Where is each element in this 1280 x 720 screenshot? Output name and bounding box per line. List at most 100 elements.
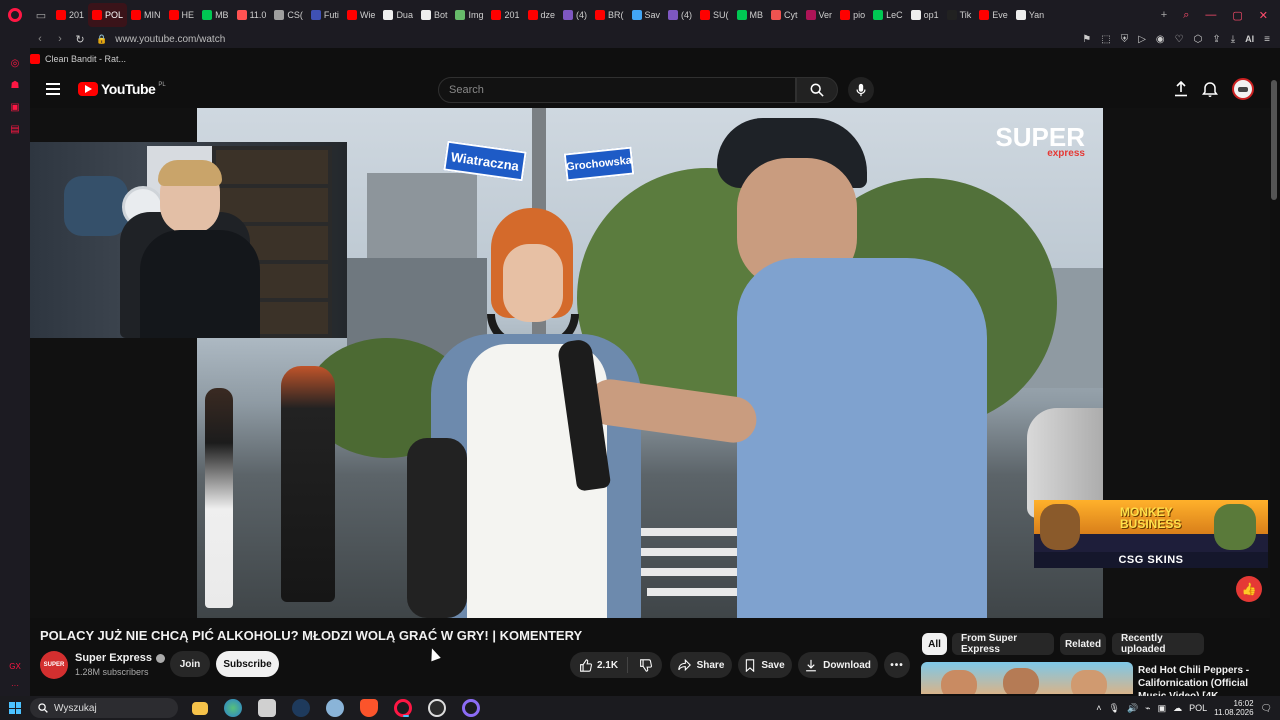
bookmark-item[interactable]: Clean Bandit - Rat... [45, 54, 126, 64]
channel-name-text[interactable]: Super Express [75, 652, 152, 664]
workspaces-icon[interactable]: ▭ [30, 0, 52, 30]
browser-tab[interactable]: Tik [943, 3, 976, 27]
sponsor-overlay-banner[interactable]: MONKEY BUSINESS CSG SKINS [1034, 500, 1268, 568]
downloads-icon[interactable]: ⤓ [1231, 34, 1235, 45]
brave-shield-icon[interactable] [360, 699, 378, 717]
notifications-bell-icon[interactable] [1202, 81, 1218, 97]
browser-tab[interactable]: Eve [975, 3, 1012, 27]
browser-tab[interactable]: POL [88, 3, 128, 27]
opera-gx-logo-icon[interactable] [0, 0, 30, 30]
filter-chip[interactable]: Recently uploaded [1112, 633, 1204, 655]
url-field[interactable]: www.youtube.com/watch [115, 34, 225, 45]
browser-tab[interactable]: 201 [52, 3, 88, 27]
share-page-icon[interactable]: ⇪ [1212, 34, 1220, 45]
close-icon[interactable]: ✕ [1259, 9, 1268, 22]
recommendation-thumbnail[interactable] [921, 662, 1133, 694]
browser-tab[interactable]: Img [451, 3, 487, 27]
taskbar-search[interactable]: Wyszukaj [30, 698, 178, 718]
download-button[interactable]: Download [798, 652, 878, 678]
new-tab-icon[interactable]: + [1161, 9, 1167, 21]
browser-tab[interactable]: LeC [869, 3, 907, 27]
like-button[interactable]: 2.1K [570, 652, 627, 678]
camera-icon[interactable]: ◉ [1156, 34, 1165, 45]
overlay-thumbs-up-icon[interactable]: 👍 [1236, 576, 1262, 602]
minimize-icon[interactable]: — [1205, 9, 1216, 21]
bookmark-icon[interactable]: ⚑ [1082, 34, 1091, 45]
clock[interactable]: 16:02 11.08.2026 [1214, 699, 1253, 717]
browser-tab[interactable]: MIN [127, 3, 165, 27]
browser-tab[interactable]: Sav [628, 3, 665, 27]
gx-control-icon[interactable]: ◎ [8, 56, 22, 70]
network-icon[interactable]: ⌁ [1145, 703, 1150, 714]
steam-icon[interactable] [292, 699, 310, 717]
filter-chip[interactable]: From Super Express [952, 633, 1054, 655]
app-ring-icon[interactable] [462, 699, 480, 717]
browser-tab[interactable]: HE [165, 3, 199, 27]
upload-icon[interactable] [1174, 81, 1188, 97]
filter-chip[interactable]: All [922, 633, 947, 655]
dislike-button[interactable] [628, 652, 662, 678]
shield-icon[interactable]: ⛨ [1121, 34, 1129, 45]
voice-search-button[interactable] [848, 77, 874, 103]
notification-center-icon[interactable]: 🗨 [1261, 703, 1272, 714]
subscribe-button[interactable]: Subscribe [216, 651, 279, 677]
browser-tab[interactable]: Dua [379, 3, 417, 27]
extensions-icon[interactable]: ⬡ [1194, 34, 1203, 45]
browser-tab[interactable]: MB [733, 3, 768, 27]
gx-settings-icon[interactable]: GX [9, 662, 21, 671]
file-explorer-icon[interactable] [192, 701, 208, 715]
ai-button[interactable]: AI [1245, 34, 1254, 44]
reload-icon[interactable]: ↻ [70, 33, 90, 46]
join-button[interactable]: Join [170, 651, 210, 677]
youtube-logo[interactable]: YouTube PL [78, 81, 166, 97]
browser-globe-icon[interactable] [224, 699, 242, 717]
more-actions-button[interactable]: ••• [884, 652, 910, 678]
menu-icon[interactable]: ≡ [1264, 34, 1270, 45]
maximize-icon[interactable]: ▢ [1232, 9, 1242, 22]
tray-overflow-icon[interactable]: ˄ [1096, 703, 1101, 713]
forward-icon[interactable]: › [50, 33, 70, 45]
twitch-icon[interactable]: ▣ [8, 100, 22, 114]
browser-tab[interactable]: SU( [696, 3, 733, 27]
channel-avatar[interactable]: SUPER [40, 651, 68, 679]
settings-gear-icon[interactable] [326, 699, 344, 717]
share-button[interactable]: Share [670, 652, 732, 678]
tray-app-icon[interactable]: ▣ [1158, 703, 1167, 714]
search-button[interactable] [796, 77, 838, 103]
search-tabs-icon[interactable]: ⌕ [1183, 9, 1189, 22]
browser-tab[interactable]: BR( [591, 3, 628, 27]
browser-tab[interactable]: 201 [487, 3, 523, 27]
guide-menu-icon[interactable] [46, 83, 60, 95]
app-icon[interactable] [258, 699, 276, 717]
obs-icon[interactable] [428, 699, 446, 717]
video-player[interactable]: Wiatraczna Grochowska SUPER express MONK… [30, 108, 1270, 618]
browser-tab[interactable]: 11.0 [233, 3, 271, 27]
save-button[interactable]: Save [738, 652, 792, 678]
gx-corner-icon[interactable]: ☗ [8, 78, 22, 92]
messenger-icon[interactable]: ▤ [8, 122, 22, 136]
language-indicator[interactable]: POL [1189, 703, 1207, 713]
browser-tab[interactable]: Bot [417, 3, 452, 27]
browser-tab[interactable]: (4) [664, 3, 696, 27]
browser-tab[interactable]: Futi [307, 3, 343, 27]
browser-tab[interactable]: Ver [802, 3, 837, 27]
browser-tab[interactable]: op1 [907, 3, 943, 27]
browser-tab[interactable]: CS( [270, 3, 307, 27]
account-avatar[interactable] [1232, 78, 1254, 100]
browser-tab[interactable]: (4) [559, 3, 591, 27]
lock-icon[interactable]: 🔒 [96, 34, 107, 45]
more-icon[interactable]: ··· [11, 681, 19, 690]
search-input[interactable]: Search [438, 77, 796, 103]
browser-tab[interactable]: Cyt [767, 3, 802, 27]
browser-tab[interactable]: pio [836, 3, 869, 27]
back-icon[interactable]: ‹ [30, 33, 50, 45]
page-scrollbar[interactable] [1271, 72, 1277, 698]
opera-gx-taskbar-icon[interactable] [394, 699, 412, 717]
channel-name[interactable]: Super Express [75, 652, 166, 664]
scroll-thumb[interactable] [1271, 80, 1277, 200]
start-button[interactable] [0, 696, 30, 720]
browser-tab[interactable]: Wie [343, 3, 380, 27]
tray-cloud-icon[interactable]: ☁ [1173, 703, 1182, 714]
heart-icon[interactable]: ♡ [1175, 34, 1184, 45]
filter-chip[interactable]: Related [1060, 633, 1106, 655]
